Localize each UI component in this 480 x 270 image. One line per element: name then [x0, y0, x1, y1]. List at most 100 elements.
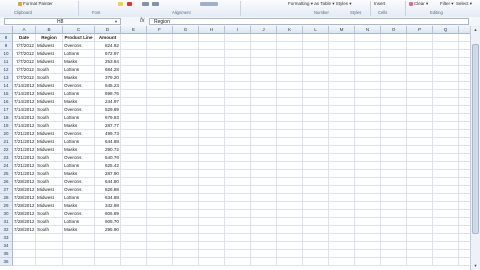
cell[interactable]	[355, 242, 381, 250]
cell[interactable]: Masks	[63, 202, 95, 210]
cell[interactable]	[303, 90, 329, 98]
cell[interactable]	[381, 186, 407, 194]
cell[interactable]	[199, 226, 225, 234]
cell[interactable]	[329, 178, 355, 186]
cell[interactable]	[433, 234, 459, 242]
cell[interactable]	[199, 90, 225, 98]
cell[interactable]	[277, 90, 303, 98]
cell[interactable]	[173, 138, 199, 146]
cell[interactable]	[173, 258, 199, 266]
cell[interactable]	[225, 138, 251, 146]
cell[interactable]	[355, 58, 381, 66]
cell[interactable]	[407, 42, 433, 50]
cell[interactable]	[199, 194, 225, 202]
cell[interactable]: South	[36, 74, 63, 82]
cell[interactable]: 7/14/2012	[13, 98, 36, 106]
cell[interactable]	[459, 194, 470, 202]
cell[interactable]	[173, 178, 199, 186]
scroll-thumb[interactable]	[472, 44, 479, 234]
cell[interactable]	[95, 234, 121, 242]
column-header[interactable]: P	[407, 26, 433, 34]
cell[interactable]: 253.84	[95, 58, 121, 66]
cell[interactable]: 7/7/2012	[13, 66, 36, 74]
clear-icon[interactable]	[409, 2, 413, 6]
cell[interactable]	[251, 186, 277, 194]
cell[interactable]	[121, 82, 147, 90]
cell[interactable]	[433, 218, 459, 226]
cell[interactable]: 7/28/2012	[13, 218, 36, 226]
cell[interactable]	[433, 42, 459, 50]
cell[interactable]: 7/21/2012	[13, 146, 36, 154]
cell[interactable]	[459, 122, 470, 130]
cell[interactable]	[225, 202, 251, 210]
cell[interactable]	[173, 250, 199, 258]
cell[interactable]	[225, 194, 251, 202]
cell[interactable]	[381, 154, 407, 162]
cell[interactable]	[303, 170, 329, 178]
cell[interactable]	[407, 34, 433, 42]
cell[interactable]: 290.72	[95, 146, 121, 154]
cell[interactable]	[433, 114, 459, 122]
cell[interactable]	[147, 242, 173, 250]
cell[interactable]	[225, 66, 251, 74]
cell[interactable]	[251, 66, 277, 74]
cell[interactable]	[173, 218, 199, 226]
cell[interactable]	[121, 58, 147, 66]
cell[interactable]	[121, 66, 147, 74]
cell[interactable]	[277, 114, 303, 122]
cell[interactable]	[355, 90, 381, 98]
cell[interactable]	[63, 242, 95, 250]
cell[interactable]	[121, 114, 147, 122]
cell[interactable]	[199, 146, 225, 154]
cell[interactable]	[303, 250, 329, 258]
cell[interactable]	[173, 234, 199, 242]
cell[interactable]	[199, 154, 225, 162]
cell[interactable]	[407, 218, 433, 226]
cell[interactable]	[407, 210, 433, 218]
cell[interactable]	[121, 242, 147, 250]
cell[interactable]	[459, 146, 470, 154]
cell[interactable]	[329, 130, 355, 138]
cell[interactable]: Overons	[63, 154, 95, 162]
cell[interactable]	[459, 242, 470, 250]
cell[interactable]	[459, 58, 470, 66]
cell[interactable]	[121, 202, 147, 210]
cell[interactable]	[407, 114, 433, 122]
cell[interactable]	[381, 106, 407, 114]
cell[interactable]	[329, 242, 355, 250]
cell[interactable]	[329, 202, 355, 210]
cell[interactable]	[121, 122, 147, 130]
scroll-down-icon[interactable]: ▼	[472, 263, 479, 269]
cell[interactable]	[225, 210, 251, 218]
column-header[interactable]: F	[147, 26, 173, 34]
row-header[interactable]: 30	[0, 210, 13, 218]
cell[interactable]	[225, 50, 251, 58]
cell[interactable]	[381, 34, 407, 42]
cell[interactable]: Region	[36, 34, 63, 42]
cell[interactable]	[407, 130, 433, 138]
cell[interactable]	[36, 250, 63, 258]
cell[interactable]: 634.88	[95, 194, 121, 202]
cell[interactable]	[355, 50, 381, 58]
cell[interactable]	[355, 234, 381, 242]
cell[interactable]	[121, 90, 147, 98]
cell[interactable]: 342.98	[95, 202, 121, 210]
cell[interactable]: 7/7/2012	[13, 58, 36, 66]
cell[interactable]: 625.42	[95, 162, 121, 170]
column-header[interactable]: G	[173, 26, 199, 34]
cell[interactable]	[121, 178, 147, 186]
cell[interactable]	[329, 162, 355, 170]
cell[interactable]	[329, 194, 355, 202]
cell[interactable]: 7/14/2012	[13, 106, 36, 114]
cell[interactable]	[459, 42, 470, 50]
align-left-icon[interactable]	[142, 2, 149, 6]
cell[interactable]	[121, 194, 147, 202]
cell[interactable]: 7/14/2012	[13, 82, 36, 90]
cell[interactable]: Overons	[63, 210, 95, 218]
cell[interactable]	[147, 34, 173, 42]
cell[interactable]	[199, 258, 225, 266]
row-header[interactable]: 13	[0, 74, 13, 82]
cell[interactable]: Midwest	[36, 130, 63, 138]
cell[interactable]	[277, 194, 303, 202]
cell[interactable]	[355, 34, 381, 42]
